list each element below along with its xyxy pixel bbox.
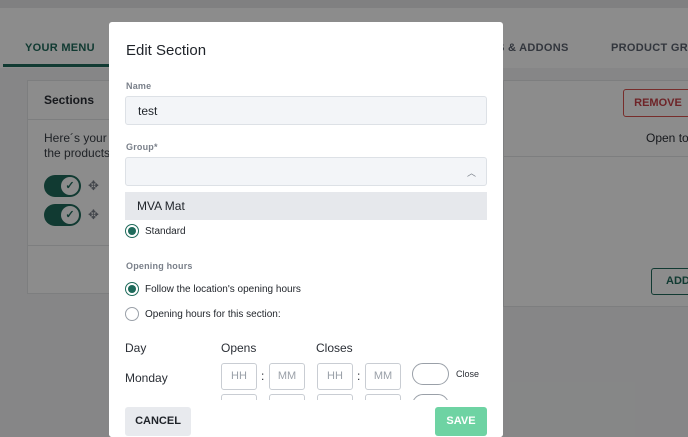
closes-minute-input[interactable]: MM: [365, 363, 401, 390]
standard-label: Standard: [145, 226, 186, 237]
name-input-value: test: [138, 104, 158, 118]
name-label: Name: [126, 81, 152, 91]
cancel-button[interactable]: CANCEL: [125, 407, 191, 436]
chevron-up-icon[interactable]: ︿: [467, 166, 476, 179]
group-label: Group*: [126, 142, 158, 152]
follow-location-hours-label: Follow the location's opening hours: [145, 284, 301, 295]
time-separator: :: [261, 369, 265, 383]
modal-title: Edit Section: [126, 42, 207, 59]
name-input[interactable]: test: [125, 96, 487, 125]
closes-hour-input[interactable]: HH: [317, 363, 353, 390]
save-button[interactable]: SAVE: [435, 407, 487, 436]
closes-header: Closes: [316, 341, 353, 355]
group-select[interactable]: ︿: [125, 157, 487, 186]
opening-hours-label: Opening hours: [126, 261, 193, 271]
modal-footer: CANCEL SAVE: [109, 400, 503, 437]
opens-minute-input[interactable]: MM: [269, 363, 305, 390]
edit-section-modal: Edit Section Name test Group* ︿ MVA Mat …: [109, 22, 503, 437]
standard-radio[interactable]: [125, 224, 139, 238]
group-option-label: MVA Mat: [137, 199, 185, 213]
day-monday: Monday: [125, 371, 168, 385]
follow-location-hours-radio[interactable]: [125, 282, 139, 296]
closed-toggle[interactable]: [412, 363, 449, 385]
custom-hours-radio[interactable]: [125, 307, 139, 321]
opens-hour-input[interactable]: HH: [221, 363, 257, 390]
day-header: Day: [125, 341, 147, 355]
opens-header: Opens: [221, 341, 257, 355]
group-option[interactable]: MVA Mat: [125, 192, 487, 220]
close-label: Close: [456, 369, 480, 379]
custom-hours-label: Opening hours for this section:: [145, 309, 281, 320]
time-separator: :: [357, 369, 361, 383]
